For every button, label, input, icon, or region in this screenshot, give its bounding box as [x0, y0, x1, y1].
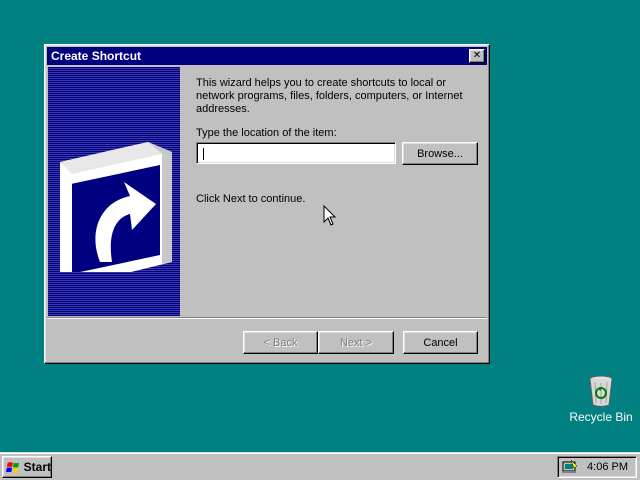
browse-button[interactable]: Browse...	[402, 142, 478, 165]
desktop-icon-recycle-bin[interactable]: Recycle Bin	[568, 374, 634, 424]
location-input[interactable]	[196, 142, 396, 164]
start-button[interactable]: Start	[2, 456, 52, 478]
close-button[interactable]: ✕	[469, 49, 485, 63]
next-hint-text: Click Next to continue.	[196, 193, 306, 205]
wizard-content: This wizard helps you to create shortcut…	[196, 77, 476, 116]
wizard-banner	[48, 67, 180, 316]
close-icon: ✕	[472, 50, 482, 61]
mouse-pointer-icon	[323, 205, 337, 226]
intro-text: This wizard helps you to create shortcut…	[196, 77, 463, 115]
cancel-button[interactable]: Cancel	[403, 331, 478, 354]
back-button[interactable]: < Back	[243, 331, 318, 354]
button-separator	[47, 317, 487, 319]
clock[interactable]: 4:06 PM	[587, 461, 628, 473]
shortcut-arrow-icon	[60, 142, 172, 272]
system-tray: 4:06 PM	[557, 456, 637, 478]
taskbar: Start 4:06 PM	[0, 452, 640, 480]
windows-logo-icon	[6, 461, 20, 473]
recycle-bin-icon	[589, 375, 613, 407]
text-caret	[203, 148, 204, 160]
dialog-titlebar[interactable]: Create Shortcut ✕	[47, 47, 487, 65]
dialog-title: Create Shortcut	[51, 49, 142, 63]
scheduler-icon[interactable]	[561, 459, 579, 475]
recycle-bin-label: Recycle Bin	[569, 410, 633, 424]
next-button[interactable]: Next >	[318, 331, 394, 354]
start-label: Start	[23, 460, 51, 474]
location-label: Type the location of the item:	[196, 127, 337, 139]
create-shortcut-dialog: Create Shortcut ✕ This wizard helps you …	[44, 44, 490, 364]
